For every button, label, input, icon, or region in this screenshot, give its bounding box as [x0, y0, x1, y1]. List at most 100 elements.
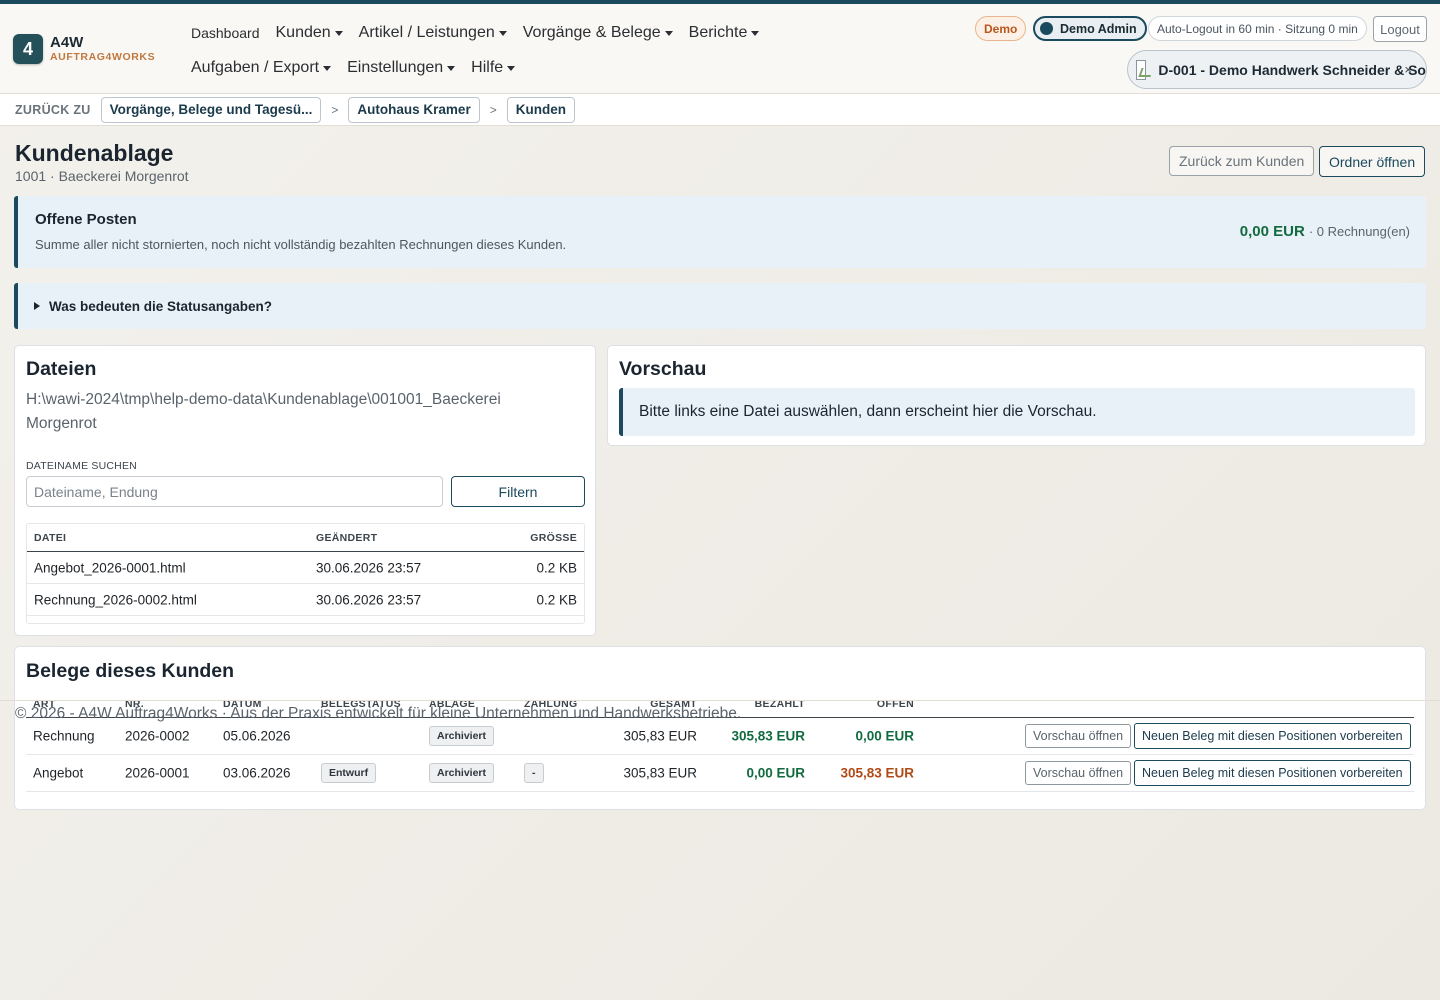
- footer-text: © 2026 - A4W Auftrag4Works · Aus der Pra…: [15, 705, 742, 722]
- company-name: D-001 - Demo Handwerk Schneider & So: [1158, 61, 1426, 78]
- document-status-badge: Entwurf: [321, 763, 377, 783]
- open-items-alert: Offene Posten Summe aller nicht stornier…: [14, 196, 1426, 268]
- logout-button[interactable]: Logout: [1373, 16, 1427, 42]
- file-name[interactable]: Angebot_2026-0001.html: [34, 560, 186, 575]
- breadcrumb: ZURÜCK ZU Vorgänge, Belege und Tagesü...…: [0, 94, 1440, 126]
- brand-badge: 4: [13, 34, 43, 64]
- nav-vorgaenge-label: Vorgänge & Belege: [522, 24, 661, 41]
- open-items-amount: 0,00 EUR: [1239, 223, 1305, 240]
- nav-menu-row-1: Dashboard Kunden Artikel / Leistungen Vo…: [191, 24, 775, 42]
- user-name: Demo Admin: [1060, 21, 1137, 36]
- page-subtitle: 1001 · Baeckerei Morgenrot: [15, 168, 189, 184]
- company-selector[interactable]: D-001 - Demo Handwerk Schneider & So ×: [1127, 50, 1427, 89]
- document-date: 03.06.2026: [223, 765, 291, 781]
- preview-title: Vorschau: [619, 358, 707, 380]
- document-type: Angebot: [33, 765, 84, 781]
- payment-status-badge: -: [524, 763, 544, 783]
- document-row: Angebot 2026-0001 03.06.2026 Entwurf Arc…: [26, 755, 1414, 792]
- user-status-icon: [1040, 22, 1053, 35]
- nav-dashboard[interactable]: Dashboard: [191, 25, 260, 41]
- preview-hint: Bitte links eine Datei auswählen, dann e…: [619, 388, 1415, 436]
- breadcrumb-label: ZURÜCK ZU: [15, 102, 91, 117]
- demo-badge: Demo: [975, 16, 1027, 41]
- open-preview-button[interactable]: Vorschau öffnen: [1025, 761, 1132, 785]
- breadcrumb-separator: >: [331, 102, 339, 117]
- open-items-description: Summe aller nicht stornierten, noch nich…: [35, 237, 567, 252]
- session-info: Auto-Logout in 60 min · Sitzung 0 min: [1148, 16, 1367, 41]
- column-header-groesse[interactable]: GRÖSSE: [530, 532, 577, 544]
- document-open: 0,00 EUR: [855, 728, 914, 744]
- nav-berichte-label: Berichte: [688, 24, 748, 41]
- document-open: 305,83 EUR: [840, 765, 914, 781]
- files-table-header: DATEI GEÄNDERT GRÖSSE: [27, 524, 584, 552]
- caret-down-icon: [447, 65, 456, 71]
- nav-hilfe-label: Hilfe: [471, 59, 504, 76]
- nav-artikel[interactable]: Artikel / Leistungen: [359, 24, 507, 42]
- document-row: Rechnung 2026-0002 05.06.2026 Archiviert…: [26, 718, 1414, 755]
- customer-documents-card: Belege dieses Kunden ART NR. DATUM BELEG…: [14, 646, 1426, 810]
- open-folder-button[interactable]: Ordner öffnen: [1319, 146, 1426, 177]
- nav-aufgaben-label: Aufgaben / Export: [191, 59, 320, 76]
- company-logo-icon: [1136, 59, 1147, 80]
- open-items-title: Offene Posten: [35, 211, 137, 228]
- open-preview-button[interactable]: Vorschau öffnen: [1025, 724, 1132, 748]
- file-modified: 30.06.2026 23:57: [316, 560, 422, 575]
- preview-card: Vorschau Bitte links eine Datei auswähle…: [607, 345, 1426, 446]
- archive-status-badge: Archiviert: [429, 726, 495, 746]
- page-title: Kundenablage: [15, 140, 174, 166]
- document-paid: 0,00 EUR: [746, 765, 805, 781]
- nav-kunden-label: Kunden: [275, 24, 331, 41]
- filter-button[interactable]: Filtern: [451, 476, 585, 507]
- file-search-label: DATEINAME SUCHEN: [26, 460, 137, 472]
- status-help-label: Was bedeuten die Statusangaben?: [49, 298, 273, 314]
- open-items-count: · 0 Rechnung(en): [1308, 224, 1410, 239]
- close-icon[interactable]: ×: [1404, 62, 1412, 77]
- breadcrumb-item-autohaus[interactable]: Autohaus Kramer: [348, 96, 480, 123]
- files-card: Dateien H:\wawi-2024\tmp\help-demo-data\…: [14, 345, 596, 636]
- documents-title: Belege dieses Kunden: [26, 660, 235, 682]
- breadcrumb-item-kunden[interactable]: Kunden: [506, 96, 575, 123]
- nav-vorgaenge[interactable]: Vorgänge & Belege: [523, 24, 673, 42]
- brand-subtitle: AUFTRAG4WORKS: [50, 51, 156, 64]
- caret-down-icon: [751, 30, 760, 36]
- file-row[interactable]: Rechnung_2026-0002.html 30.06.2026 23:57…: [27, 584, 584, 616]
- nav-hilfe[interactable]: Hilfe: [471, 59, 516, 77]
- caret-down-icon: [334, 30, 343, 36]
- file-search-input[interactable]: [26, 476, 443, 507]
- files-title: Dateien: [26, 358, 97, 380]
- column-header-datei[interactable]: DATEI: [34, 532, 66, 544]
- back-to-customer-button[interactable]: Zurück zum Kunden: [1169, 146, 1315, 176]
- nav-einstellungen-label: Einstellungen: [347, 59, 444, 76]
- files-table: DATEI GEÄNDERT GRÖSSE Angebot_2026-0001.…: [26, 523, 585, 624]
- disclosure-triangle-icon: [34, 302, 40, 310]
- document-date: 05.06.2026: [223, 728, 291, 744]
- document-paid: 305,83 EUR: [731, 728, 805, 744]
- file-size: 0.2 KB: [536, 560, 577, 575]
- caret-down-icon: [664, 30, 673, 36]
- file-size: 0.2 KB: [536, 592, 577, 607]
- prepare-new-document-button[interactable]: Neuen Beleg mit diesen Positionen vorber…: [1134, 760, 1411, 786]
- document-type: Rechnung: [33, 728, 95, 744]
- brand-title: A4W: [50, 34, 84, 52]
- document-number: 2026-0002: [125, 728, 190, 744]
- archive-status-badge: Archiviert: [429, 763, 495, 783]
- file-modified: 30.06.2026 23:57: [316, 592, 422, 607]
- caret-down-icon: [323, 65, 332, 71]
- nav-kunden[interactable]: Kunden: [276, 24, 343, 42]
- prepare-new-document-button[interactable]: Neuen Beleg mit diesen Positionen vorber…: [1134, 723, 1411, 749]
- nav-berichte[interactable]: Berichte: [689, 24, 760, 42]
- user-menu[interactable]: Demo Admin: [1033, 16, 1147, 41]
- column-header-geaendert[interactable]: GEÄNDERT: [316, 532, 377, 544]
- breadcrumb-separator: >: [489, 102, 497, 117]
- caret-down-icon: [498, 30, 507, 36]
- file-name[interactable]: Rechnung_2026-0002.html: [34, 592, 197, 607]
- status-help-toggle[interactable]: Was bedeuten die Statusangaben?: [14, 283, 1426, 329]
- brand-logo[interactable]: 4 A4W AUFTRAG4WORKS: [13, 34, 155, 64]
- nav-aufgaben[interactable]: Aufgaben / Export: [191, 59, 332, 77]
- file-row[interactable]: Angebot_2026-0001.html 30.06.2026 23:57 …: [27, 552, 584, 584]
- document-number: 2026-0001: [125, 765, 190, 781]
- nav-einstellungen[interactable]: Einstellungen: [347, 59, 456, 77]
- footer-divider: [0, 700, 1440, 701]
- document-total: 305,83 EUR: [623, 765, 697, 781]
- breadcrumb-item-vorgaenge[interactable]: Vorgänge, Belege und Tagesü...: [100, 96, 322, 123]
